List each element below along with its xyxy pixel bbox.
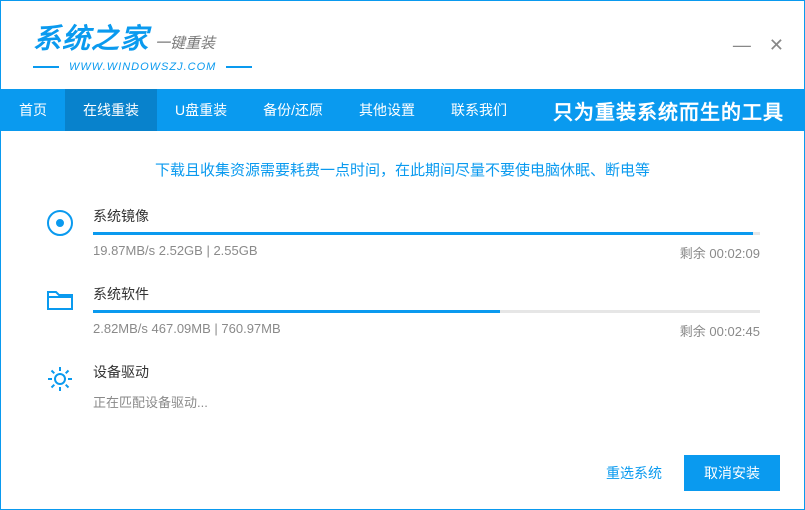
progress-fill (93, 310, 500, 313)
reselect-system-link[interactable]: 重选系统 (606, 463, 662, 483)
brand-title: 系统之家 (33, 17, 149, 57)
decor-line-right (226, 66, 252, 68)
brand-url: WWW.WINDOWSZJ.COM (69, 61, 216, 73)
brand-subtitle: 一键重装 (155, 32, 215, 53)
progress-bar (93, 310, 760, 313)
task-stats: 2.82MB/s 467.09MB | 760.97MB (93, 321, 281, 340)
window-controls: — ✕ (733, 36, 784, 54)
content: 下载且收集资源需要耗费一点时间，在此期间尽量不要使电脑休眠、断电等 系统镜像 1… (1, 131, 804, 509)
gear-icon (45, 364, 75, 394)
app-window: 系统之家 一键重装 WWW.WINDOWSZJ.COM — ✕ 首页 在线重装 … (0, 0, 805, 510)
task-title: 系统软件 (93, 284, 760, 304)
nav-other-settings[interactable]: 其他设置 (341, 89, 433, 131)
task-title: 系统镜像 (93, 206, 760, 226)
disc-icon (45, 208, 75, 238)
decor-line-left (33, 66, 59, 68)
minimize-button[interactable]: — (733, 36, 751, 54)
nav-backup-restore[interactable]: 备份/还原 (245, 89, 341, 131)
footer: 重选系统 取消安装 (606, 455, 780, 491)
nav-slogan: 只为重装系统而生的工具 (553, 89, 804, 131)
cancel-install-button[interactable]: 取消安装 (684, 455, 780, 491)
navbar: 首页 在线重装 U盘重装 备份/还原 其他设置 联系我们 只为重装系统而生的工具 (1, 89, 804, 131)
task-title: 设备驱动 (93, 362, 760, 382)
close-button[interactable]: ✕ (769, 36, 784, 54)
notice-text: 下载且收集资源需要耗费一点时间，在此期间尽量不要使电脑休眠、断电等 (45, 159, 760, 180)
nav-home[interactable]: 首页 (1, 89, 65, 131)
brand: 系统之家 一键重装 WWW.WINDOWSZJ.COM (33, 17, 252, 73)
progress-fill (93, 232, 753, 235)
nav-online-reinstall[interactable]: 在线重装 (65, 89, 157, 131)
nav-contact[interactable]: 联系我们 (433, 89, 525, 131)
task-system-image: 系统镜像 19.87MB/s 2.52GB | 2.55GB 剩余 00:02:… (45, 206, 760, 262)
task-remaining: 剩余 00:02:45 (680, 321, 760, 340)
folder-icon (45, 286, 75, 316)
task-message: 正在匹配设备驱动... (93, 392, 760, 411)
titlebar: 系统之家 一键重装 WWW.WINDOWSZJ.COM — ✕ (1, 1, 804, 89)
task-drivers: 设备驱动 正在匹配设备驱动... (45, 362, 760, 411)
task-stats: 19.87MB/s 2.52GB | 2.55GB (93, 243, 258, 262)
task-remaining: 剩余 00:02:09 (680, 243, 760, 262)
progress-bar (93, 232, 760, 235)
nav-usb-reinstall[interactable]: U盘重装 (157, 89, 245, 131)
task-system-software: 系统软件 2.82MB/s 467.09MB | 760.97MB 剩余 00:… (45, 284, 760, 340)
